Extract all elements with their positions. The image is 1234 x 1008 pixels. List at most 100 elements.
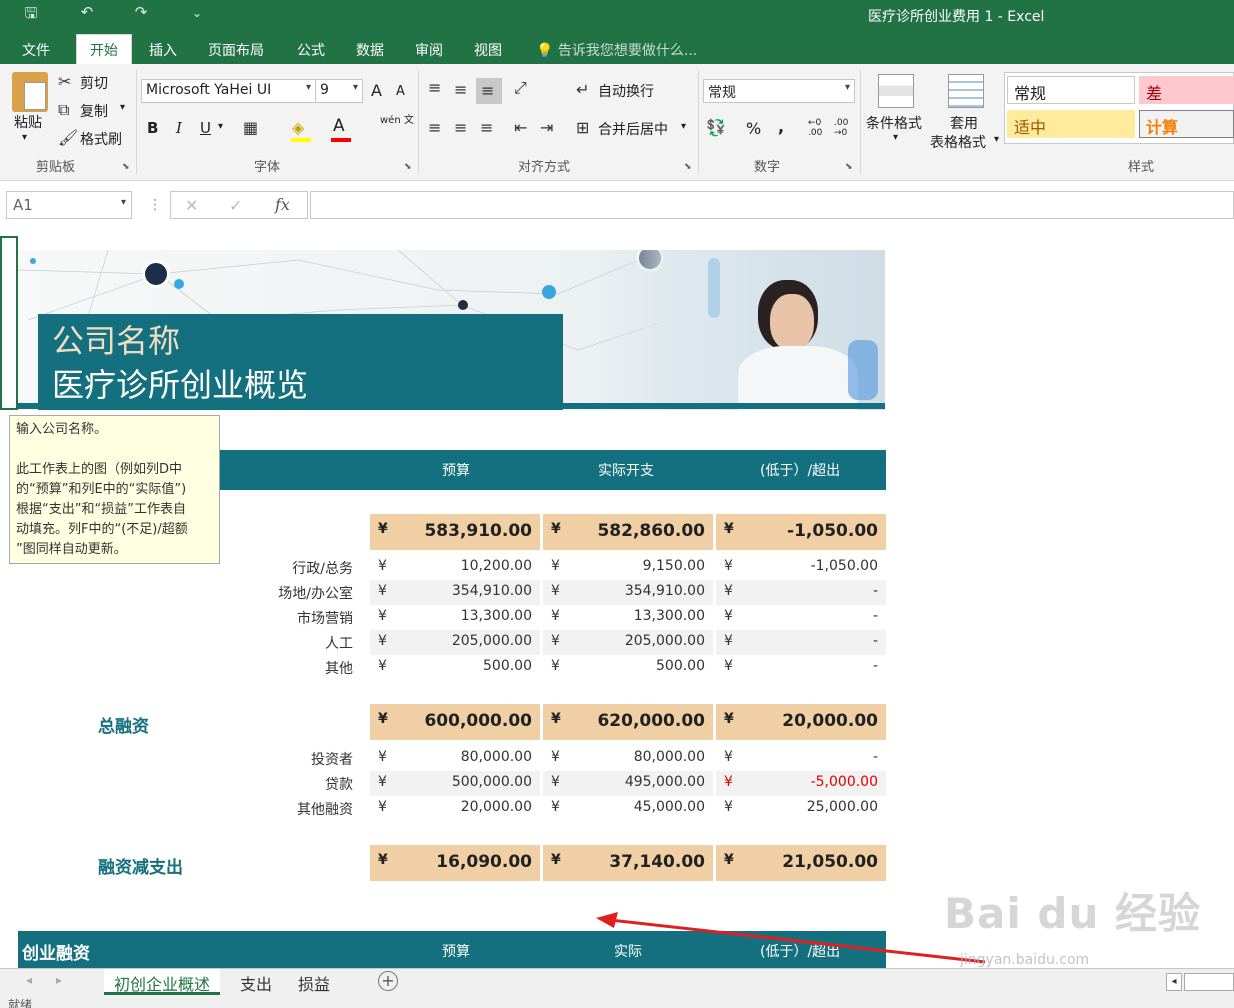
net-total-variance[interactable]: ¥21,050.00 <box>716 845 886 881</box>
expense-variance-cell[interactable]: ¥ - <box>716 630 886 655</box>
expense-budget-cell[interactable]: ¥13,300.00 <box>370 605 540 630</box>
decrease-decimal-button[interactable]: .00 →0 <box>834 118 848 138</box>
net-total-budget[interactable]: ¥16,090.00 <box>370 845 540 881</box>
cut-button[interactable]: 剪切 <box>80 73 108 93</box>
insert-function-icon[interactable]: fx <box>275 195 290 214</box>
tab-page-layout[interactable]: 页面布局 <box>208 40 264 60</box>
tab-data[interactable]: 数据 <box>356 40 384 60</box>
expense-total-variance[interactable]: ¥ -1,050.00 <box>716 514 886 550</box>
expense-budget-cell[interactable]: ¥500.00 <box>370 655 540 680</box>
shrink-font-button[interactable]: A <box>396 84 405 99</box>
style-bad[interactable]: 差 <box>1139 76 1234 104</box>
expense-variance-cell[interactable]: ¥ - <box>716 655 886 680</box>
tell-me-search[interactable]: 💡 告诉我您想要做什么... <box>536 40 697 60</box>
expense-variance-cell[interactable]: ¥ - <box>716 605 886 630</box>
align-middle-icon[interactable]: ≡ <box>454 80 467 99</box>
expense-budget-cell[interactable]: ¥354,910.00 <box>370 580 540 605</box>
expense-budget-cell[interactable]: ¥205,000.00 <box>370 630 540 655</box>
format-as-table-button[interactable]: 套用 <box>950 113 978 133</box>
align-top-icon[interactable]: ≡ <box>428 78 441 97</box>
align-bottom-button[interactable]: ≡ <box>476 78 502 104</box>
grow-font-button[interactable]: A <box>371 81 382 100</box>
increase-decimal-button[interactable]: ←0.00 <box>808 118 822 138</box>
expense-budget-cell[interactable]: ¥10,200.00 <box>370 555 540 580</box>
orientation-icon[interactable]: ⤢ <box>514 78 527 98</box>
align-right-icon[interactable]: ≡ <box>480 118 493 137</box>
copy-dropdown-icon[interactable]: ▾ <box>120 102 125 113</box>
italic-button[interactable]: I <box>176 119 182 137</box>
font-name-select[interactable]: Microsoft YaHei UI ▾ <box>141 79 316 103</box>
horizontal-scrollbar[interactable] <box>1184 973 1234 991</box>
funding-budget-cell[interactable]: ¥80,000.00 <box>370 746 540 771</box>
font-size-select[interactable]: 9 ▾ <box>315 79 363 103</box>
funding-budget-cell[interactable]: ¥500,000.00 <box>370 771 540 796</box>
tab-review[interactable]: 审阅 <box>415 40 443 60</box>
number-launcher-icon[interactable]: ⬊ <box>845 162 853 172</box>
expense-actual-cell[interactable]: ¥9,150.00 <box>543 555 713 580</box>
expense-actual-cell[interactable]: ¥13,300.00 <box>543 605 713 630</box>
net-total-actual[interactable]: ¥37,140.00 <box>543 845 713 881</box>
percent-button[interactable]: % <box>746 119 761 138</box>
funding-budget-cell[interactable]: ¥20,000.00 <box>370 796 540 821</box>
format-as-table-icon[interactable] <box>948 74 984 108</box>
format-as-table-dropdown-icon[interactable]: ▾ <box>994 134 999 145</box>
sheet-tab-profit-loss[interactable]: 损益 <box>288 969 340 995</box>
redo-icon[interactable]: ↷ <box>130 3 152 21</box>
clipboard-launcher-icon[interactable]: ⬊ <box>122 162 130 172</box>
selected-cell-a1[interactable] <box>0 236 18 410</box>
tab-view[interactable]: 视图 <box>474 40 502 60</box>
style-neutral[interactable]: 适中 <box>1007 110 1135 138</box>
funding-variance-cell[interactable]: ¥ -5,000.00 <box>716 771 886 796</box>
expense-variance-cell[interactable]: ¥ -1,050.00 <box>716 555 886 580</box>
alignment-launcher-icon[interactable]: ⬊ <box>684 162 692 172</box>
align-left-icon[interactable]: ≡ <box>428 118 441 137</box>
format-painter-button[interactable]: 格式刷 <box>80 129 122 149</box>
underline-dropdown-icon[interactable]: ▾ <box>218 121 223 132</box>
expense-variance-cell[interactable]: ¥ - <box>716 580 886 605</box>
hscroll-left-icon[interactable]: ◂ <box>1166 973 1182 991</box>
scroll-right-icon[interactable]: ▸ <box>56 973 62 987</box>
align-center-icon[interactable]: ≡ <box>454 118 467 137</box>
fill-color-icon[interactable]: ◈ <box>292 118 304 137</box>
increase-indent-icon[interactable]: ⇥ <box>540 118 553 137</box>
conditional-format-button[interactable]: 条件格式 <box>866 113 922 133</box>
expense-actual-cell[interactable]: ¥354,910.00 <box>543 580 713 605</box>
conditional-format-dropdown-icon[interactable]: ▾ <box>893 132 898 143</box>
enter-icon[interactable]: ✓ <box>229 196 242 215</box>
merge-center-button[interactable]: 合并后居中 <box>598 119 668 139</box>
funding-variance-cell[interactable]: ¥ - <box>716 746 886 771</box>
style-normal[interactable]: 常规 <box>1007 76 1135 104</box>
sheet-tab-overview[interactable]: 初创企业概述 <box>104 969 221 995</box>
tab-formulas[interactable]: 公式 <box>297 40 325 60</box>
funding-total-variance[interactable]: ¥20,000.00 <box>716 704 886 740</box>
wrap-text-button[interactable]: 自动换行 <box>598 81 654 101</box>
expense-total-budget[interactable]: ¥583,910.00 <box>370 514 540 550</box>
funding-actual-cell[interactable]: ¥80,000.00 <box>543 746 713 771</box>
style-calculation[interactable]: 计算 <box>1139 110 1234 138</box>
font-color-icon[interactable]: A <box>333 116 345 136</box>
customize-quick-access-icon[interactable]: ⌄ <box>186 6 208 20</box>
undo-icon[interactable]: ↶ <box>76 3 98 21</box>
scroll-left-icon[interactable]: ◂ <box>26 973 32 987</box>
funding-total-actual[interactable]: ¥620,000.00 <box>543 704 713 740</box>
paste-dropdown-icon[interactable]: ▾ <box>22 132 27 143</box>
save-icon[interactable]: 🖫 <box>20 3 42 28</box>
conditional-format-icon[interactable] <box>878 74 914 108</box>
tab-insert[interactable]: 插入 <box>149 40 177 60</box>
worksheet[interactable]: 公司名称 医疗诊所创业概览 预算 实际开支 (低于）/超出 输入公司名称。 此工… <box>0 234 1234 968</box>
expense-actual-cell[interactable]: ¥500.00 <box>543 655 713 680</box>
borders-icon[interactable]: ▦ <box>243 118 258 137</box>
copy-button[interactable]: 复制 <box>80 101 108 121</box>
expense-actual-cell[interactable]: ¥205,000.00 <box>543 630 713 655</box>
name-box[interactable]: A1 ▾ <box>6 191 132 219</box>
cancel-icon[interactable]: ✕ <box>185 196 198 215</box>
funding-total-budget[interactable]: ¥600,000.00 <box>370 704 540 740</box>
underline-button[interactable]: U <box>200 119 211 137</box>
number-format-select[interactable]: 常规 ▾ <box>703 79 855 103</box>
paste-button[interactable]: 粘贴 <box>14 112 42 132</box>
currency-format-icon[interactable]: 💱 <box>706 118 726 137</box>
add-sheet-icon[interactable]: + <box>378 971 398 991</box>
funding-variance-cell[interactable]: ¥25,000.00 <box>716 796 886 821</box>
expense-total-actual[interactable]: ¥582,860.00 <box>543 514 713 550</box>
comma-button[interactable]: , <box>778 117 784 136</box>
